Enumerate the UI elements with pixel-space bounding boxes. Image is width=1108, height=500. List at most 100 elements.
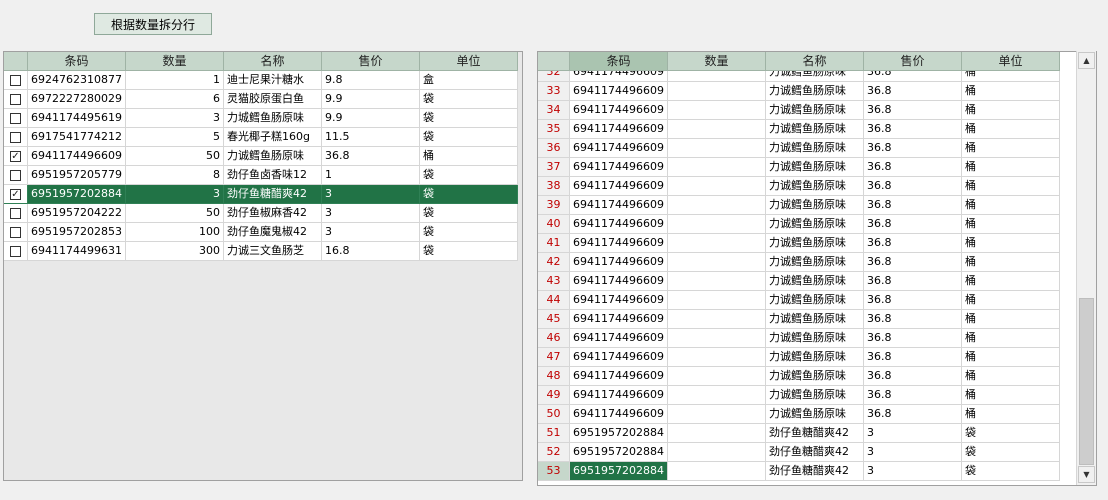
cell-price[interactable]: 36.8 <box>864 253 962 272</box>
cell-name[interactable]: 劲仔鱼糖醋爽42 <box>766 443 864 462</box>
cell-price[interactable]: 36.8 <box>864 405 962 424</box>
cell-name[interactable]: 力诚鳕鱼肠原味 <box>766 329 864 348</box>
left-table-row[interactable]: 6972227280029 6 灵猫胶原蛋白鱼 9.9 袋 <box>4 90 522 109</box>
cell-qty[interactable] <box>668 424 766 443</box>
left-table-row[interactable]: ✓ 6941174496609 50 力诚鳕鱼肠原味 36.8 桶 <box>4 147 522 166</box>
right-header-barcode[interactable]: 条码 <box>570 52 668 71</box>
cell-qty[interactable]: 1 <box>126 71 224 90</box>
cell-unit[interactable]: 桶 <box>962 139 1060 158</box>
cell-qty[interactable]: 8 <box>126 166 224 185</box>
cell-price[interactable]: 36.8 <box>864 386 962 405</box>
cell-price[interactable]: 36.8 <box>864 82 962 101</box>
cell-qty[interactable]: 3 <box>126 185 224 204</box>
cell-barcode[interactable]: 6941174496609 <box>570 158 668 177</box>
cell-barcode[interactable]: 6941174496609 <box>570 253 668 272</box>
cell-name[interactable]: 灵猫胶原蛋白鱼 <box>224 90 322 109</box>
cell-barcode[interactable]: 6951957202884 <box>570 443 668 462</box>
cell-name[interactable]: 劲仔鱼糖醋爽42 <box>766 424 864 443</box>
cell-barcode[interactable]: 6951957202884 <box>570 462 668 481</box>
cell-name[interactable]: 力诚鳕鱼肠原味 <box>766 82 864 101</box>
cell-qty[interactable] <box>668 139 766 158</box>
cell-price[interactable]: 11.5 <box>322 128 420 147</box>
right-header-name[interactable]: 名称 <box>766 52 864 71</box>
cell-barcode[interactable]: 6924762310877 <box>28 71 126 90</box>
cell-unit[interactable]: 桶 <box>962 196 1060 215</box>
cell-qty[interactable] <box>668 158 766 177</box>
checkbox-unchecked-icon[interactable] <box>10 245 21 257</box>
cell-qty[interactable]: 6 <box>126 90 224 109</box>
right-table-row[interactable]: 38 6941174496609 力诚鳕鱼肠原味 36.8 桶 <box>538 177 1096 196</box>
right-table-row[interactable]: 44 6941174496609 力诚鳕鱼肠原味 36.8 桶 <box>538 291 1096 310</box>
right-table-row[interactable]: 34 6941174496609 力诚鳕鱼肠原味 36.8 桶 <box>538 101 1096 120</box>
cell-qty[interactable] <box>668 462 766 481</box>
cell-barcode[interactable]: 6941174496609 <box>570 139 668 158</box>
right-table-row[interactable]: 45 6941174496609 力诚鳕鱼肠原味 36.8 桶 <box>538 310 1096 329</box>
cell-qty[interactable]: 50 <box>126 204 224 223</box>
cell-price[interactable]: 36.8 <box>864 348 962 367</box>
cell-name[interactable]: 劲仔鱼魔鬼椒42 <box>224 223 322 242</box>
cell-barcode[interactable]: 6941174496609 <box>570 71 668 82</box>
cell-name[interactable]: 劲仔鱼椒麻香42 <box>224 204 322 223</box>
cell-price[interactable]: 36.8 <box>864 310 962 329</box>
right-table-row[interactable]: 43 6941174496609 力诚鳕鱼肠原味 36.8 桶 <box>538 272 1096 291</box>
cell-barcode[interactable]: 6941174496609 <box>570 272 668 291</box>
cell-name[interactable]: 力诚鳕鱼肠原味 <box>766 367 864 386</box>
cell-unit[interactable]: 桶 <box>962 215 1060 234</box>
left-table-row[interactable]: 6951957202853 100 劲仔鱼魔鬼椒42 3 袋 <box>4 223 522 242</box>
cell-qty[interactable] <box>668 443 766 462</box>
cell-barcode[interactable]: 6941174499631 <box>28 242 126 261</box>
right-table-row[interactable]: 50 6941174496609 力诚鳕鱼肠原味 36.8 桶 <box>538 405 1096 424</box>
cell-price[interactable]: 9.8 <box>322 71 420 90</box>
cell-unit[interactable]: 桶 <box>962 291 1060 310</box>
cell-qty[interactable] <box>668 215 766 234</box>
cell-price[interactable]: 36.8 <box>864 272 962 291</box>
cell-barcode[interactable]: 6941174495619 <box>28 109 126 128</box>
checkbox-checked-icon[interactable]: ✓ <box>10 188 21 200</box>
row-checkbox-cell[interactable]: ✓ <box>4 185 28 204</box>
cell-name[interactable]: 力诚鳕鱼肠原味 <box>766 253 864 272</box>
cell-barcode[interactable]: 6941174496609 <box>570 291 668 310</box>
cell-name[interactable]: 劲仔鱼糖醋爽42 <box>224 185 322 204</box>
cell-barcode[interactable]: 6917541774212 <box>28 128 126 147</box>
cell-unit[interactable]: 袋 <box>420 90 518 109</box>
cell-price[interactable]: 36.8 <box>864 196 962 215</box>
cell-price[interactable]: 9.9 <box>322 109 420 128</box>
left-header-barcode[interactable]: 条码 <box>28 52 126 71</box>
left-table-row[interactable]: 6951957204222 50 劲仔鱼椒麻香42 3 袋 <box>4 204 522 223</box>
cell-barcode[interactable]: 6941174496609 <box>570 177 668 196</box>
row-checkbox-cell[interactable]: ✓ <box>4 147 28 166</box>
cell-unit[interactable]: 桶 <box>962 234 1060 253</box>
cell-name[interactable]: 力诚鳕鱼肠原味 <box>766 101 864 120</box>
cell-qty[interactable] <box>668 405 766 424</box>
right-header-qty[interactable]: 数量 <box>668 52 766 71</box>
left-header-unit[interactable]: 单位 <box>420 52 518 71</box>
cell-unit[interactable]: 桶 <box>962 329 1060 348</box>
cell-qty[interactable] <box>668 71 766 82</box>
cell-name[interactable]: 力诚鳕鱼肠原味 <box>766 196 864 215</box>
split-rows-by-quantity-button[interactable]: 根据数量拆分行 <box>94 13 212 35</box>
cell-name[interactable]: 力诚鳕鱼肠原味 <box>766 139 864 158</box>
cell-price[interactable]: 36.8 <box>864 177 962 196</box>
right-table-row[interactable]: 42 6941174496609 力诚鳕鱼肠原味 36.8 桶 <box>538 253 1096 272</box>
cell-name[interactable]: 力诚鳕鱼肠原味 <box>766 291 864 310</box>
row-checkbox-cell[interactable] <box>4 204 28 223</box>
checkbox-unchecked-icon[interactable] <box>10 112 21 124</box>
checkbox-unchecked-icon[interactable] <box>10 74 21 86</box>
left-table-row[interactable]: 6941174499631 300 力诚三文鱼肠芝 16.8 袋 <box>4 242 522 261</box>
cell-name[interactable]: 迪士尼果汁糖水 <box>224 71 322 90</box>
cell-qty[interactable] <box>668 82 766 101</box>
cell-qty[interactable]: 50 <box>126 147 224 166</box>
right-table-row[interactable]: 39 6941174496609 力诚鳕鱼肠原味 36.8 桶 <box>538 196 1096 215</box>
cell-price[interactable]: 3 <box>864 424 962 443</box>
cell-qty[interactable] <box>668 367 766 386</box>
split-result-grid[interactable]: 条码 数量 名称 售价 单位 32 6941174496609 力诚鳕鱼肠原味 36.… <box>537 51 1097 486</box>
cell-name[interactable]: 力诚鳕鱼肠原味 <box>766 177 864 196</box>
cell-unit[interactable]: 桶 <box>962 120 1060 139</box>
row-checkbox-cell[interactable] <box>4 128 28 147</box>
scroll-down-arrow-icon[interactable]: ▼ <box>1078 466 1095 483</box>
cell-unit[interactable]: 桶 <box>962 253 1060 272</box>
cell-qty[interactable] <box>668 329 766 348</box>
cell-unit[interactable]: 袋 <box>420 166 518 185</box>
cell-unit[interactable]: 盒 <box>420 71 518 90</box>
right-table-row[interactable]: 48 6941174496609 力诚鳕鱼肠原味 36.8 桶 <box>538 367 1096 386</box>
